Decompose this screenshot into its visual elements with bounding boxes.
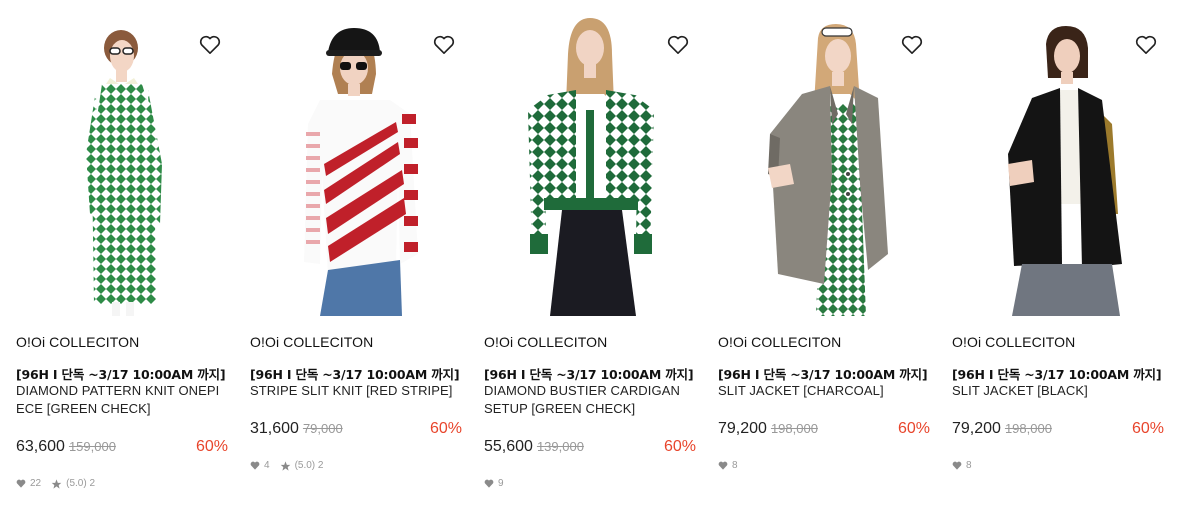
price-row: 31,600 79,000 60% xyxy=(250,420,462,440)
product-card[interactable]: O!Oi COLLECITON [96H I 단독 ~3/17 10:00AM … xyxy=(952,0,1167,515)
product-image[interactable] xyxy=(250,14,465,316)
heart-small-icon xyxy=(952,461,962,470)
heart-small-icon xyxy=(484,479,494,488)
product-card[interactable]: O!Oi COLLECITON [96H I 단독 ~3/17 10:00AM … xyxy=(484,0,699,515)
like-count: 8 xyxy=(966,460,972,471)
product-image[interactable] xyxy=(484,14,699,316)
original-price: 79,000 xyxy=(302,421,343,436)
rating-text: (5.0) 2 xyxy=(66,478,96,489)
brand-name[interactable]: O!Oi COLLECITON xyxy=(484,334,607,350)
product-card[interactable]: O!Oi COLLECITON [96H I 단독 ~3/17 10:00AM … xyxy=(16,0,231,515)
promo-text: [96H I 단독 ~3/17 10:00AM 까지] xyxy=(484,367,694,382)
sale-price: 31,600 xyxy=(250,420,299,437)
product-image[interactable] xyxy=(952,14,1167,316)
wishlist-heart-icon[interactable] xyxy=(199,35,223,57)
like-count: 4 xyxy=(264,460,270,471)
product-card[interactable]: O!Oi COLLECITON [96H I 단독 ~3/17 10:00AM … xyxy=(250,0,465,515)
product-photo-illustration xyxy=(768,24,888,316)
brand-name[interactable]: O!Oi COLLECITON xyxy=(250,334,373,350)
star-icon xyxy=(280,460,290,471)
brand-name[interactable]: O!Oi COLLECITON xyxy=(952,334,1075,350)
product-image[interactable] xyxy=(16,14,231,316)
brand-name[interactable]: O!Oi COLLECITON xyxy=(718,334,841,350)
product-name[interactable]: DIAMOND BUSTIER CARDIGAN SETUP [GREEN CH… xyxy=(484,382,690,418)
discount-rate: 60% xyxy=(663,438,696,455)
brand-name[interactable]: O!Oi COLLECITON xyxy=(16,334,139,350)
product-grid: O!Oi COLLECITON [96H I 단독 ~3/17 10:00AM … xyxy=(0,0,1186,515)
discount-rate: 60% xyxy=(195,438,228,455)
product-meta: 4 (5.0) 2 xyxy=(250,460,323,471)
wishlist-heart-icon[interactable] xyxy=(1135,35,1159,57)
product-name[interactable]: DIAMOND PATTERN KNIT ONEPIECE [GREEN CHE… xyxy=(16,382,222,418)
price-row: 79,200 198,000 60% xyxy=(718,420,930,440)
product-name[interactable]: SLIT JACKET [BLACK] xyxy=(952,382,1158,400)
promo-text: [96H I 단독 ~3/17 10:00AM 까지] xyxy=(718,367,928,382)
sale-price: 63,600 xyxy=(16,438,65,455)
product-photo-illustration xyxy=(86,30,162,316)
wishlist-heart-icon[interactable] xyxy=(901,35,925,57)
like-count: 8 xyxy=(732,460,738,471)
product-photo-illustration xyxy=(304,28,418,316)
price-row: 55,600 139,000 60% xyxy=(484,438,696,458)
price-row: 63,600 159,000 60% xyxy=(16,438,228,458)
product-image[interactable] xyxy=(718,14,933,316)
promo-text: [96H I 단독 ~3/17 10:00AM 까지] xyxy=(16,367,226,382)
promo-text: [96H I 단독 ~3/17 10:00AM 까지] xyxy=(952,367,1162,382)
product-meta: 8 xyxy=(952,460,972,471)
promo-text: [96H I 단독 ~3/17 10:00AM 까지] xyxy=(250,367,460,382)
product-name[interactable]: STRIPE SLIT KNIT [RED STRIPE] xyxy=(250,382,456,400)
heart-small-icon xyxy=(16,479,26,488)
original-price: 159,000 xyxy=(68,439,116,454)
product-meta: 9 xyxy=(484,478,504,489)
heart-small-icon xyxy=(718,461,728,470)
product-name[interactable]: SLIT JACKET [CHARCOAL] xyxy=(718,382,924,400)
like-count: 9 xyxy=(498,478,504,489)
wishlist-heart-icon[interactable] xyxy=(433,35,457,57)
rating-text: (5.0) 2 xyxy=(294,460,324,471)
star-icon xyxy=(51,478,62,489)
product-meta: 8 xyxy=(718,460,738,471)
product-photo-illustration xyxy=(528,18,654,316)
product-meta: 22 (5.0) 2 xyxy=(16,478,95,489)
discount-rate: 60% xyxy=(1131,420,1164,437)
discount-rate: 60% xyxy=(429,420,462,437)
like-count: 22 xyxy=(30,478,42,489)
original-price: 198,000 xyxy=(1004,421,1052,436)
sale-price: 79,200 xyxy=(718,420,767,437)
price-row: 79,200 198,000 60% xyxy=(952,420,1164,440)
product-card[interactable]: O!Oi COLLECITON [96H I 단독 ~3/17 10:00AM … xyxy=(718,0,933,515)
discount-rate: 60% xyxy=(897,420,930,437)
heart-small-icon xyxy=(250,461,260,470)
sale-price: 55,600 xyxy=(484,438,533,455)
original-price: 198,000 xyxy=(770,421,818,436)
product-photo-illustration xyxy=(1008,26,1122,316)
original-price: 139,000 xyxy=(536,439,584,454)
sale-price: 79,200 xyxy=(952,420,1001,437)
wishlist-heart-icon[interactable] xyxy=(667,35,691,57)
